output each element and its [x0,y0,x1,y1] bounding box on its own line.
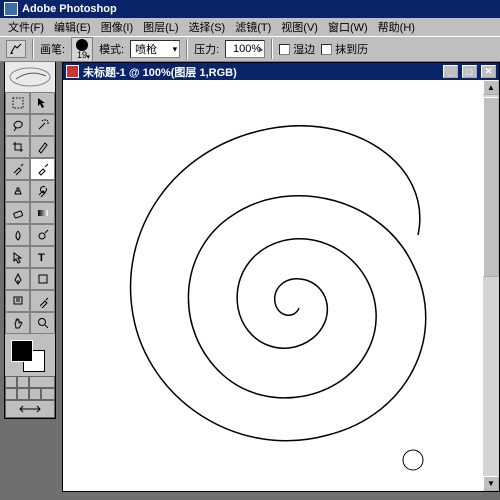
brush-dot-icon [76,39,88,51]
tool-shape[interactable] [30,268,55,290]
app-title: Adobe Photoshop [22,3,117,15]
work-area: T 未标题-1 @ 100%(图层 1,RGB) _ □ ✕ [0,62,500,500]
menu-edit[interactable]: 编辑(E) [50,18,95,36]
tool-brush[interactable] [30,158,55,180]
svg-text:T: T [38,252,45,264]
menu-view[interactable]: 视图(V) [277,18,322,36]
window-maximize-button[interactable]: □ [462,65,477,78]
tool-crop[interactable] [5,136,30,158]
tool-zoom[interactable] [30,312,55,334]
tool-lasso[interactable] [5,114,30,136]
vertical-scrollbar[interactable]: ▲ ▼ [483,80,499,491]
tool-blur[interactable] [5,224,30,246]
tool-notes[interactable] [5,290,30,312]
scroll-down-button[interactable]: ▼ [483,476,499,491]
app-icon [4,2,18,16]
tool-eyedropper[interactable] [30,290,55,312]
window-minimize-button[interactable]: _ [443,65,458,78]
scroll-thumb[interactable] [483,97,499,277]
erase-history-checkbox[interactable]: 抹到历 [321,41,368,57]
tool-magic-wand[interactable] [30,114,55,136]
tool-dodge[interactable] [30,224,55,246]
tool-history-brush[interactable] [30,180,55,202]
tool-pen[interactable] [5,268,30,290]
scroll-up-button[interactable]: ▲ [483,80,499,95]
toolbox[interactable]: T [4,62,56,419]
jump-to[interactable] [5,400,55,418]
menu-select[interactable]: 选择(S) [185,18,230,36]
color-swatches[interactable] [5,334,55,376]
menu-file[interactable]: 文件(F) [4,18,48,36]
tool-move[interactable] [30,92,55,114]
separator-icon [32,39,34,59]
pressure-label: 压力: [194,41,219,57]
mode-quickmask[interactable] [17,376,29,388]
pressure-input[interactable]: 100% [225,40,265,58]
tool-eraser[interactable] [5,202,30,224]
tool-type[interactable]: T [30,246,55,268]
tool-clone-stamp[interactable] [5,180,30,202]
brush-cursor-icon [403,450,423,470]
menu-image[interactable]: 图像(I) [97,18,137,36]
screen-full[interactable] [29,388,41,400]
document-title: 未标题-1 @ 100%(图层 1,RGB) [83,64,237,80]
tool-gradient[interactable] [30,202,55,224]
checkbox-icon [321,44,332,55]
app-titlebar: Adobe Photoshop [0,0,500,18]
window-close-button[interactable]: ✕ [481,65,496,78]
chevron-down-icon: ▾ [87,53,91,61]
canvas[interactable] [63,80,483,491]
screen-full-menu[interactable] [17,388,29,400]
document-titlebar[interactable]: 未标题-1 @ 100%(图层 1,RGB) _ □ ✕ [63,63,499,80]
spiral-drawing [63,80,483,490]
mode-label: 模式: [99,41,124,57]
menu-filter[interactable]: 滤镜(T) [231,18,275,36]
menu-help[interactable]: 帮助(H) [374,18,419,36]
separator-icon [271,39,273,59]
mode-pad [29,376,55,388]
tool-rect-marquee[interactable] [5,92,30,114]
mode-select[interactable]: 喷枪 [130,40,180,58]
current-tool-icon[interactable] [6,40,26,58]
mode-standard[interactable] [5,376,17,388]
brush-picker[interactable]: 19 ▾ [71,37,93,62]
document-icon [66,65,79,78]
tool-hand[interactable] [5,312,30,334]
brush-size: 19 [77,51,87,60]
wet-edges-checkbox[interactable]: 湿边 [279,41,315,57]
mode-pad2 [41,388,55,400]
menu-bar: 文件(F) 编辑(E) 图像(I) 图层(L) 选择(S) 滤镜(T) 视图(V… [0,18,500,36]
menu-layer[interactable]: 图层(L) [139,18,182,36]
wet-edges-label: 湿边 [293,41,315,57]
erase-history-label: 抹到历 [335,41,368,57]
mode-buttons [5,376,55,418]
checkbox-icon [279,44,290,55]
screen-standard[interactable] [5,388,17,400]
options-bar: 画笔: 19 ▾ 模式: 喷枪 压力: 100% 湿边 抹到历 [0,36,500,62]
tool-preview [5,62,55,92]
tool-path-select[interactable] [5,246,30,268]
tool-slice[interactable] [30,136,55,158]
foreground-color[interactable] [11,340,33,362]
separator-icon [186,39,188,59]
scroll-track[interactable] [483,277,499,476]
brush-label: 画笔: [40,41,65,57]
menu-window[interactable]: 窗口(W) [324,18,372,36]
document-window: 未标题-1 @ 100%(图层 1,RGB) _ □ ✕ ▲ ▼ [62,62,500,492]
tool-airbrush[interactable] [5,158,30,180]
